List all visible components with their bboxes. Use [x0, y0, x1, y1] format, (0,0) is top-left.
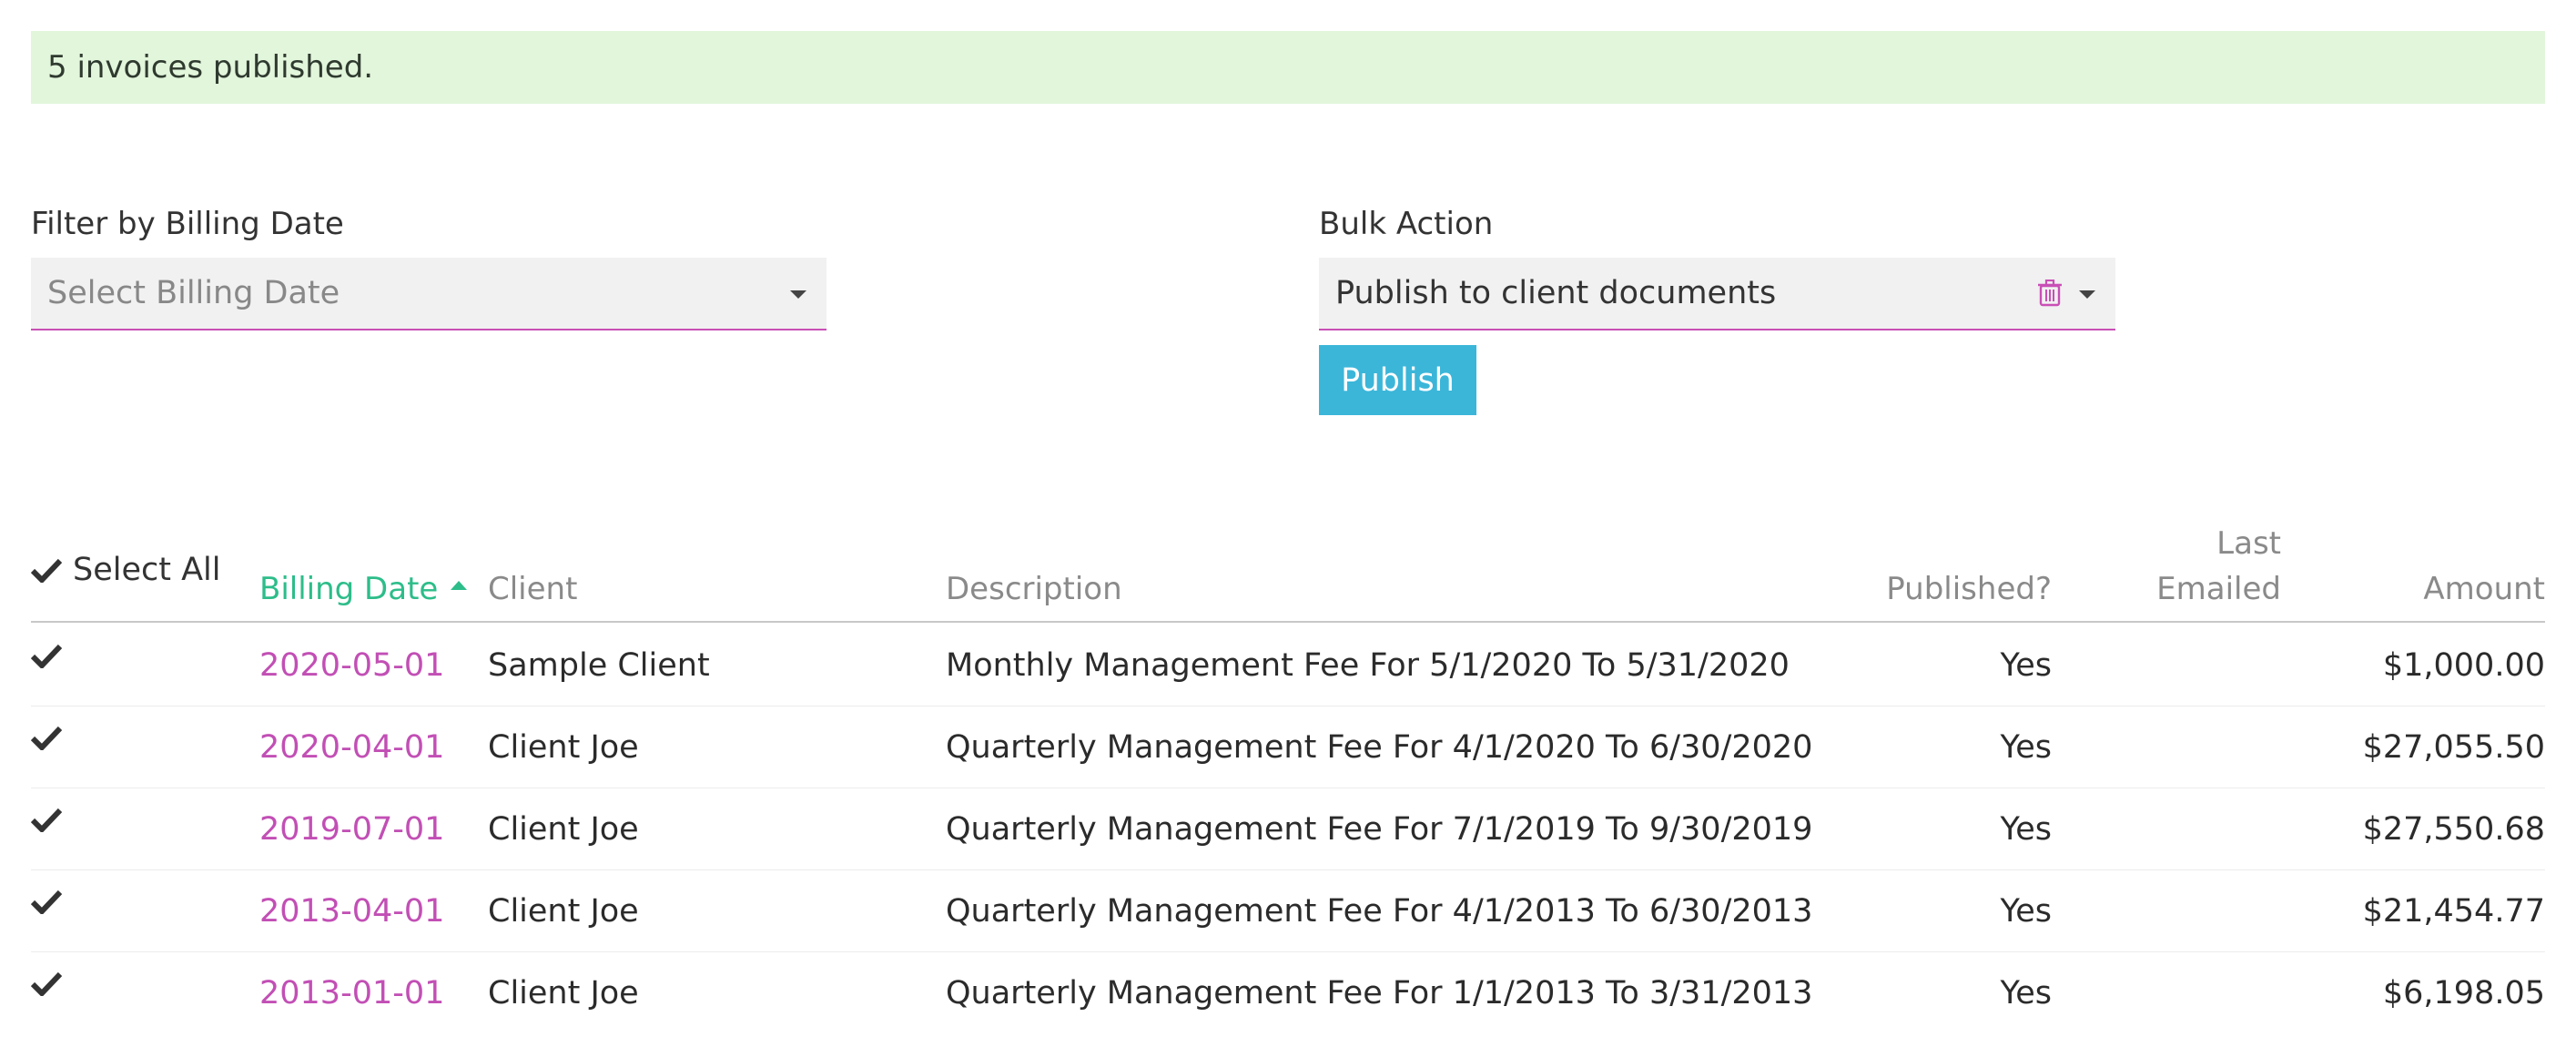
published-cell: Yes [2000, 647, 2053, 684]
billing-date-link[interactable]: 2019-07-01 [259, 788, 444, 870]
billing-date-link[interactable]: 2013-01-01 [259, 952, 444, 1034]
amount-cell: $1,000.00 [2382, 647, 2545, 684]
description-cell: Quarterly Management Fee For 7/1/2019 To… [946, 811, 1813, 848]
select-all-toggle[interactable]: Select All [31, 552, 221, 588]
amount-cell: $21,454.77 [2362, 893, 2545, 930]
table-header: Select All Billing Date Client Descripti… [31, 510, 2545, 623]
bulk-action-select[interactable]: Publish to client documents [1319, 258, 2115, 330]
billing-date-select[interactable]: Select Billing Date [31, 258, 827, 330]
column-header-description[interactable]: Description [946, 566, 1122, 612]
published-cell: Yes [2000, 729, 2053, 766]
alert-message: 5 invoices published. [47, 49, 374, 86]
chevron-down-icon [2079, 290, 2095, 299]
description-cell: Quarterly Management Fee For 1/1/2013 To… [946, 975, 1813, 1011]
amount-cell: $27,550.68 [2362, 811, 2545, 848]
table-row: 2020-05-01 Sample Client Monthly Managem… [31, 625, 2545, 706]
bulk-action-value: Publish to client documents [1335, 275, 1777, 311]
client-cell: Client Joe [488, 975, 639, 1011]
client-cell: Client Joe [488, 811, 639, 848]
success-alert: 5 invoices published. [31, 31, 2545, 104]
row-checkmark-icon[interactable] [31, 643, 62, 668]
billing-date-header-label: Billing Date [259, 571, 439, 607]
billing-date-link[interactable]: 2020-04-01 [259, 706, 444, 788]
publish-button[interactable]: Publish [1319, 345, 1476, 415]
client-cell: Client Joe [488, 729, 639, 766]
select-all-label: Select All [73, 552, 221, 588]
billing-date-placeholder: Select Billing Date [47, 275, 340, 311]
trash-icon[interactable] [2037, 280, 2063, 307]
table-row: 2020-04-01 Client Joe Quarterly Manageme… [31, 706, 2545, 788]
sort-ascending-icon [451, 580, 468, 590]
row-checkmark-icon[interactable] [31, 725, 62, 750]
published-cell: Yes [2000, 975, 2053, 1011]
published-cell: Yes [2000, 893, 2053, 930]
billing-date-link[interactable]: 2020-05-01 [259, 625, 444, 706]
filter-label: Filter by Billing Date [31, 206, 344, 242]
column-header-published[interactable]: Published? [1886, 566, 2052, 612]
column-header-amount[interactable]: Amount [2423, 566, 2545, 612]
checkmark-icon [31, 558, 62, 583]
column-header-last-emailed[interactable]: Last Emailed [2156, 521, 2281, 612]
row-checkmark-icon[interactable] [31, 971, 62, 996]
row-checkmark-icon[interactable] [31, 807, 62, 832]
description-cell: Monthly Management Fee For 5/1/2020 To 5… [946, 647, 1790, 684]
last-emailed-line1: Last [2216, 525, 2281, 562]
description-cell: Quarterly Management Fee For 4/1/2020 To… [946, 729, 1813, 766]
column-header-billing-date[interactable]: Billing Date [259, 566, 468, 612]
table-row: 2013-04-01 Client Joe Quarterly Manageme… [31, 870, 2545, 952]
published-cell: Yes [2000, 811, 2053, 848]
row-checkmark-icon[interactable] [31, 889, 62, 914]
chevron-down-icon [790, 290, 806, 299]
billing-date-link[interactable]: 2013-04-01 [259, 870, 444, 952]
amount-cell: $27,055.50 [2362, 729, 2545, 766]
client-cell: Sample Client [488, 647, 710, 684]
client-cell: Client Joe [488, 893, 639, 930]
table-row: 2019-07-01 Client Joe Quarterly Manageme… [31, 788, 2545, 870]
last-emailed-line2: Emailed [2156, 571, 2281, 607]
bulk-action-label: Bulk Action [1319, 206, 1494, 242]
description-cell: Quarterly Management Fee For 4/1/2013 To… [946, 893, 1813, 930]
table-row: 2013-01-01 Client Joe Quarterly Manageme… [31, 952, 2545, 1034]
column-header-client[interactable]: Client [488, 566, 577, 612]
amount-cell: $6,198.05 [2382, 975, 2545, 1011]
